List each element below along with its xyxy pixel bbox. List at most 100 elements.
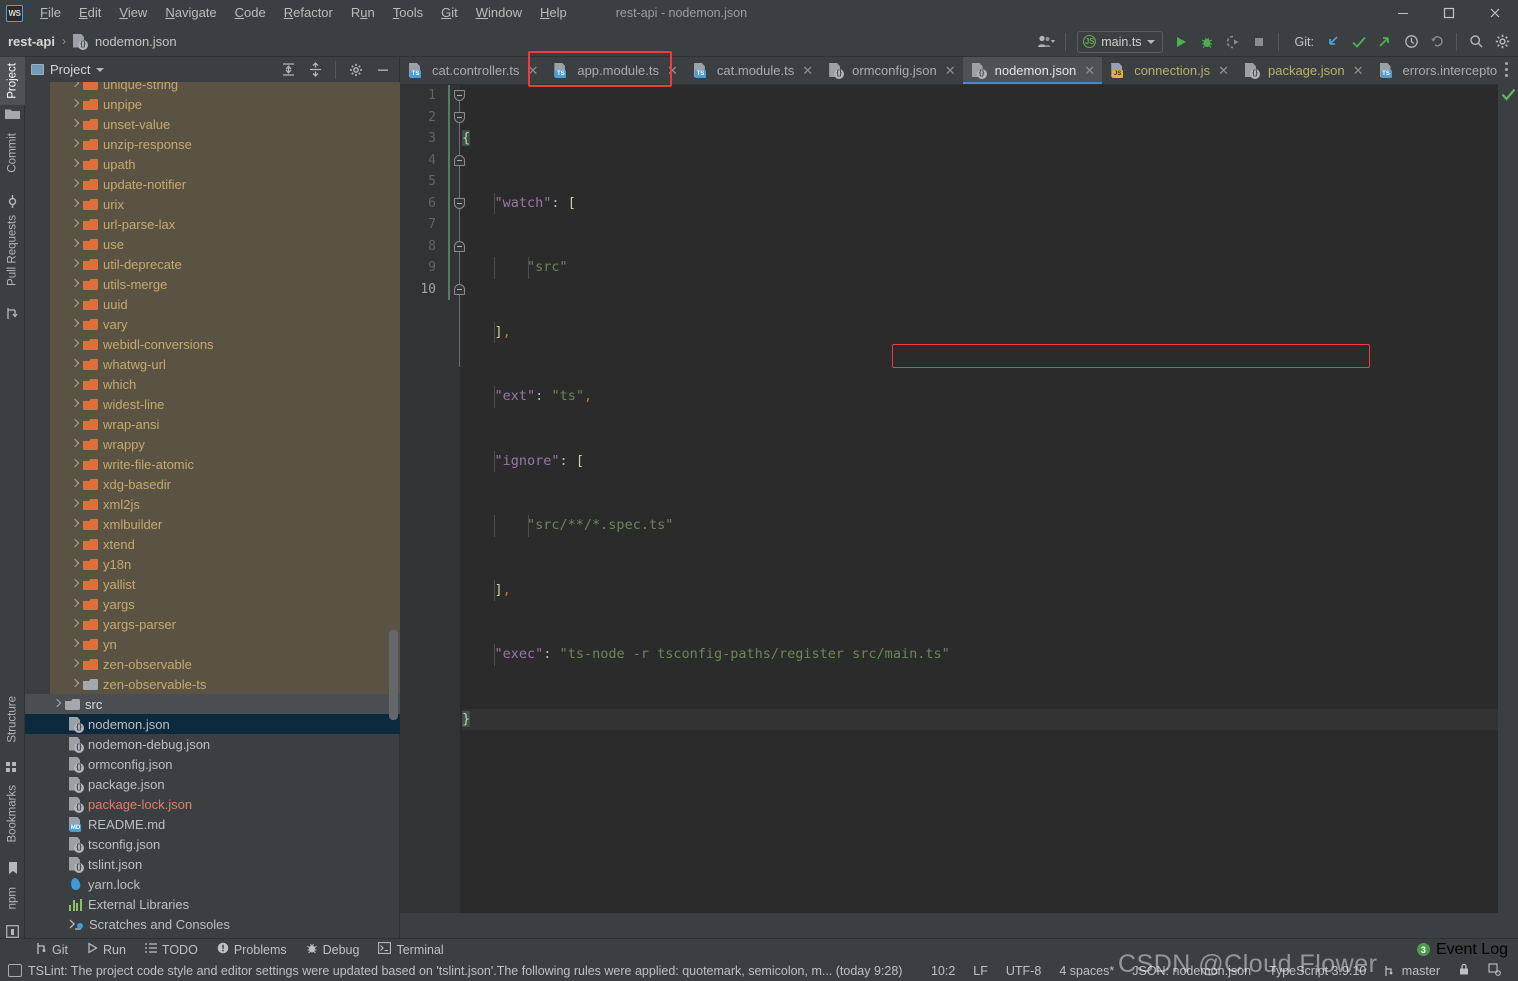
sidebar-item-structure[interactable]: Structure xyxy=(0,690,25,749)
chevron-right-icon[interactable] xyxy=(69,379,80,390)
chevron-right-icon[interactable] xyxy=(51,699,62,710)
tree-row[interactable]: Scratches and Consoles xyxy=(25,914,400,934)
tree-row[interactable]: {}ormconfig.json xyxy=(25,754,400,774)
sidebar-item-pull-requests[interactable]: Pull Requests xyxy=(0,209,25,292)
menu-navigate[interactable]: Navigate xyxy=(156,2,225,24)
search-icon[interactable] xyxy=(1464,30,1488,54)
collapse-all-icon[interactable] xyxy=(303,58,327,82)
tree-row[interactable]: xtend xyxy=(25,534,400,554)
git-push-icon[interactable] xyxy=(1373,30,1397,54)
tree-row[interactable]: which xyxy=(25,374,400,394)
sidebar-item-bookmarks[interactable]: Bookmarks xyxy=(0,779,25,849)
editor-gutter[interactable]: 1 2 3 4 5 6 7 8 9 10 xyxy=(400,85,460,913)
language-version[interactable]: TypeScript 3.9.10 xyxy=(1260,963,1375,979)
settings-icon[interactable] xyxy=(1490,30,1514,54)
tool-window-problems[interactable]: Problems xyxy=(209,941,295,958)
menu-help[interactable]: Help xyxy=(531,2,576,24)
git-commit-icon[interactable] xyxy=(1347,30,1371,54)
tree-row[interactable]: y18n xyxy=(25,554,400,574)
message-icon[interactable] xyxy=(8,964,22,977)
sidebar-item-project[interactable]: Project xyxy=(0,57,25,105)
more-icon[interactable] xyxy=(1505,62,1508,80)
tree-row[interactable]: util-deprecate xyxy=(25,254,400,274)
chevron-right-icon[interactable] xyxy=(69,419,80,430)
tree-row[interactable]: yargs-parser xyxy=(25,614,400,634)
tree-row[interactable]: External Libraries xyxy=(25,894,400,914)
maximize-icon[interactable] xyxy=(1426,0,1472,26)
code-content[interactable]: { "watch": [ "src" ], "ext": "ts", "igno… xyxy=(460,85,1518,913)
tool-window-terminal[interactable]: Terminal xyxy=(370,941,451,958)
history-icon[interactable] xyxy=(1399,30,1423,54)
tree-row[interactable]: zen-observable-ts xyxy=(25,674,400,694)
chevron-right-icon[interactable] xyxy=(69,559,80,570)
close-icon[interactable]: ✕ xyxy=(527,65,538,77)
tree-row[interactable]: src xyxy=(25,694,400,714)
chevron-right-icon[interactable] xyxy=(69,279,80,290)
chevron-right-icon[interactable] xyxy=(69,479,80,490)
chevron-right-icon[interactable] xyxy=(69,239,80,250)
chevron-right-icon[interactable] xyxy=(69,499,80,510)
tree-row[interactable]: {}nodemon.json xyxy=(25,714,400,734)
chevron-right-icon[interactable] xyxy=(69,119,80,130)
editor-tab-errors-interceptor-ts[interactable]: TS errors.interceptor.t xyxy=(1371,57,1516,84)
tree-row[interactable]: xml2js xyxy=(25,494,400,514)
editor-tab-connection-js[interactable]: JS connection.js ✕ xyxy=(1102,57,1236,84)
chevron-down-icon[interactable] xyxy=(96,68,104,72)
menu-file[interactable]: File xyxy=(31,2,70,24)
file-type[interactable]: JSON: nodemon.json xyxy=(1123,963,1260,979)
chevron-right-icon[interactable] xyxy=(69,139,80,150)
tool-window-todo[interactable]: TODO xyxy=(137,941,206,958)
git-branch-widget[interactable]: master xyxy=(1375,963,1449,979)
tree-scrollbar-thumb[interactable] xyxy=(389,630,398,720)
tree-row[interactable]: {}tsconfig.json xyxy=(25,834,400,854)
breadcrumb-project[interactable]: rest-api xyxy=(8,34,55,49)
tree-row[interactable]: MDREADME.md xyxy=(25,814,400,834)
tree-row[interactable]: unzip-response xyxy=(25,134,400,154)
sidebar-item-commit[interactable]: Commit xyxy=(0,127,25,179)
tree-row[interactable]: yargs xyxy=(25,594,400,614)
sidebar-item-npm[interactable]: npm xyxy=(0,881,25,915)
menu-window[interactable]: Window xyxy=(467,2,531,24)
tree-row[interactable]: utils-merge xyxy=(25,274,400,294)
tree-row[interactable]: {}tslint.json xyxy=(25,854,400,874)
chevron-right-icon[interactable] xyxy=(69,199,80,210)
close-icon[interactable]: ✕ xyxy=(1084,65,1095,77)
rollback-icon[interactable] xyxy=(1425,30,1449,54)
chevron-right-icon[interactable] xyxy=(69,579,80,590)
tree-row[interactable]: {}nodemon-debug.json xyxy=(25,734,400,754)
run-configuration-selector[interactable]: JS main.ts xyxy=(1077,31,1162,53)
close-icon[interactable]: ✕ xyxy=(802,65,813,77)
debug-button[interactable] xyxy=(1195,30,1219,54)
editor-tab-app-module-ts[interactable]: TS app.module.ts ✕ xyxy=(545,57,685,84)
tree-row[interactable]: yn xyxy=(25,634,400,654)
tree-row[interactable]: unpipe xyxy=(25,94,400,114)
line-separator[interactable]: LF xyxy=(964,963,997,979)
chevron-right-icon[interactable] xyxy=(69,219,80,230)
tree-row[interactable]: uuid xyxy=(25,294,400,314)
status-message[interactable]: TSLint: The project code style and edito… xyxy=(28,964,902,978)
tree-row[interactable]: yallist xyxy=(25,574,400,594)
chevron-right-icon[interactable] xyxy=(69,159,80,170)
tree-row[interactable]: use xyxy=(25,234,400,254)
editor-tab-cat-module-ts[interactable]: TS cat.module.ts ✕ xyxy=(685,57,820,84)
chevron-right-icon[interactable] xyxy=(69,359,80,370)
close-icon[interactable]: ✕ xyxy=(1218,65,1229,77)
chevron-right-icon[interactable] xyxy=(69,99,80,110)
run-button[interactable] xyxy=(1169,30,1193,54)
menu-run[interactable]: Run xyxy=(342,2,384,24)
chevron-right-icon[interactable] xyxy=(69,339,80,350)
chevron-right-icon[interactable] xyxy=(69,679,80,690)
tree-row[interactable]: {}package.json xyxy=(25,774,400,794)
close-icon[interactable]: ✕ xyxy=(667,65,678,77)
hide-panel-icon[interactable] xyxy=(371,58,395,82)
run-with-coverage-button[interactable] xyxy=(1221,30,1245,54)
chevron-right-icon[interactable] xyxy=(69,619,80,630)
lock-icon[interactable] xyxy=(1449,962,1479,980)
editor-tab-nodemon-json[interactable]: {} nodemon.json ✕ xyxy=(963,57,1103,84)
close-icon[interactable]: ✕ xyxy=(945,65,956,77)
tool-window-debug[interactable]: Debug xyxy=(298,941,368,958)
breadcrumb-file[interactable]: nodemon.json xyxy=(95,34,177,49)
caret-position[interactable]: 10:2 xyxy=(922,963,964,979)
tree-row[interactable]: wrap-ansi xyxy=(25,414,400,434)
tree-row[interactable]: webidl-conversions xyxy=(25,334,400,354)
